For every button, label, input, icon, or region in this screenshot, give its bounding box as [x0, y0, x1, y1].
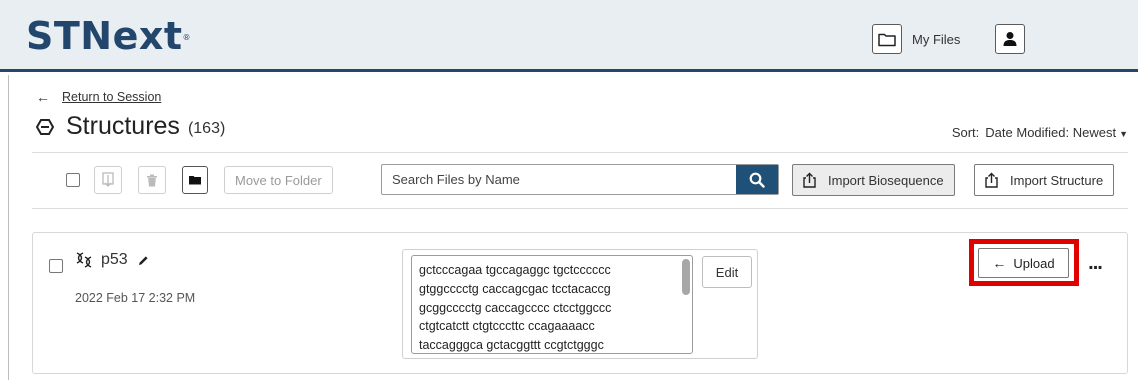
import-biosequence-label: Import Biosequence — [828, 172, 944, 188]
sequence-line: gtggcccctg caccagcgac tcctacaccg — [419, 281, 611, 296]
user-account-button[interactable] — [995, 24, 1025, 54]
left-divider — [8, 75, 9, 380]
import-icon — [985, 172, 998, 188]
bulk-actions-toolbar: Move to Folder — [66, 165, 333, 195]
user-icon — [1003, 32, 1017, 46]
arrow-left-icon[interactable]: ← — [36, 89, 50, 105]
folder-filled-icon — [189, 176, 201, 185]
sequence-preview[interactable]: gctcccagaa tgccagaggc tgctcccccc gtggccc… — [411, 255, 693, 354]
download-icon — [102, 172, 114, 187]
sort-value[interactable]: Date Modified: Newest — [985, 125, 1116, 140]
search-box — [381, 164, 779, 195]
sequence-scrollbar[interactable] — [682, 259, 690, 295]
sequence-line: ctgtcatctt ctgtcccttc ccagaaaacc — [419, 319, 595, 334]
sort-label: Sort: — [951, 125, 980, 140]
file-card: p53 2022 Feb 17 2:32 PM gctcccagaa tgcca… — [32, 232, 1128, 374]
upload-button[interactable]: ← Upload — [978, 248, 1069, 278]
page-title: Structures — [66, 112, 180, 140]
breadcrumb: ← Return to Session — [36, 89, 161, 105]
move-to-folder-button[interactable]: Move to Folder — [224, 166, 333, 194]
sequence-panel: gctcccagaa tgccagaggc tgctcccccc gtggccc… — [402, 249, 758, 359]
trash-icon — [147, 174, 157, 186]
app-header: STNext® My Files — [0, 0, 1138, 72]
folder-icon — [872, 24, 902, 54]
select-all-checkbox[interactable] — [66, 173, 80, 187]
file-name[interactable]: p53 — [101, 251, 128, 269]
structure-count: (163) — [187, 119, 226, 137]
import-structure-label: Import Structure — [1010, 172, 1104, 188]
sequence-text: gctcccagaa tgccagaggc tgctcccccc gtggccc… — [412, 256, 692, 353]
sort-control[interactable]: Sort: Date Modified: Newest ▼ — [952, 125, 1128, 140]
divider — [32, 208, 1128, 209]
search-button[interactable] — [736, 165, 778, 194]
file-modified-date: 2022 Feb 17 2:32 PM — [75, 291, 196, 305]
pencil-icon[interactable] — [138, 255, 149, 266]
folder-button[interactable] — [182, 166, 208, 194]
my-files-label: My Files — [912, 31, 961, 47]
stnext-logo[interactable]: STNext® — [26, 14, 191, 58]
caret-down-icon[interactable]: ▼ — [1119, 129, 1128, 139]
download-button[interactable] — [94, 166, 122, 194]
my-files-button[interactable]: My Files — [872, 24, 960, 54]
sequence-line: gcggcccctg caccagcccc ctcctggccc — [419, 300, 612, 315]
upload-label: Upload — [1013, 255, 1055, 271]
search-input[interactable] — [382, 165, 736, 194]
return-to-session-link[interactable]: Return to Session — [62, 90, 161, 104]
file-select-checkbox[interactable] — [49, 259, 63, 273]
file-title: p53 — [75, 251, 149, 269]
sequence-line: gctcccagaa tgccagaggc tgctcccccc — [419, 263, 611, 277]
more-options-button[interactable]: ... — [1083, 248, 1107, 278]
arrow-left-icon: ← — [992, 255, 1007, 271]
search-icon — [749, 172, 765, 188]
structure-hexagon-icon — [36, 118, 54, 135]
biosequence-helix-icon — [76, 252, 92, 268]
import-structure-button[interactable]: Import Structure — [974, 164, 1115, 196]
divider — [32, 152, 1128, 153]
delete-button[interactable] — [138, 166, 166, 194]
edit-button[interactable]: Edit — [702, 256, 752, 288]
import-biosequence-button[interactable]: Import Biosequence — [792, 164, 955, 196]
page-heading: Structures (163) — [36, 112, 225, 141]
import-icon — [803, 172, 816, 188]
sequence-line: taccagggca gctacggttt ccgtctgggc — [419, 338, 604, 353]
